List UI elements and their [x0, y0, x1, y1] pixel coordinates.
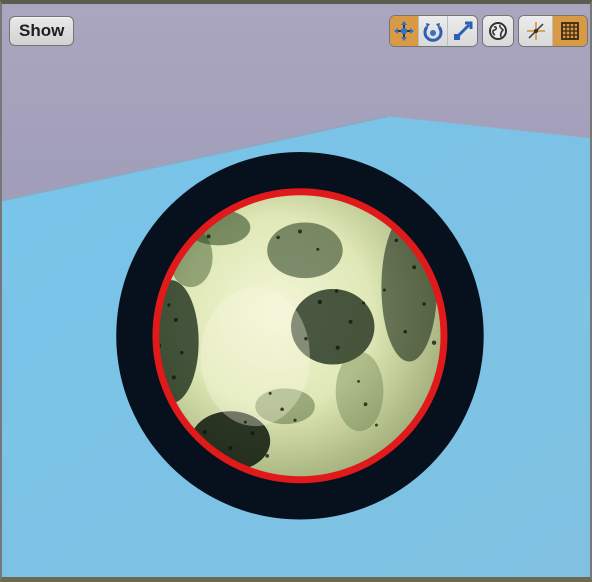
rotate-tool-button[interactable] [419, 16, 448, 46]
grid-snapping-icon [561, 22, 579, 40]
surface-snapping-button[interactable] [519, 16, 553, 46]
viewport[interactable]: Show [0, 0, 592, 582]
scene-view[interactable] [2, 4, 590, 582]
scale-tool-button[interactable] [448, 16, 477, 46]
show-button[interactable]: Show [9, 16, 75, 46]
viewport-left-toolbar: Show [9, 16, 75, 46]
grid-snapping-button[interactable] [553, 16, 587, 46]
world-space-button[interactable] [482, 15, 514, 47]
scale-icon [453, 21, 472, 40]
world-space-icon [489, 22, 507, 40]
rotate-icon [423, 23, 443, 42]
transform-mode-group [389, 15, 478, 47]
snapping-group [518, 15, 588, 47]
translate-tool-button[interactable] [390, 16, 419, 46]
viewport-right-toolbar [389, 15, 588, 47]
surface-snapping-icon [526, 22, 545, 40]
translate-icon [394, 21, 414, 41]
world-space-toggle[interactable] [483, 16, 513, 46]
